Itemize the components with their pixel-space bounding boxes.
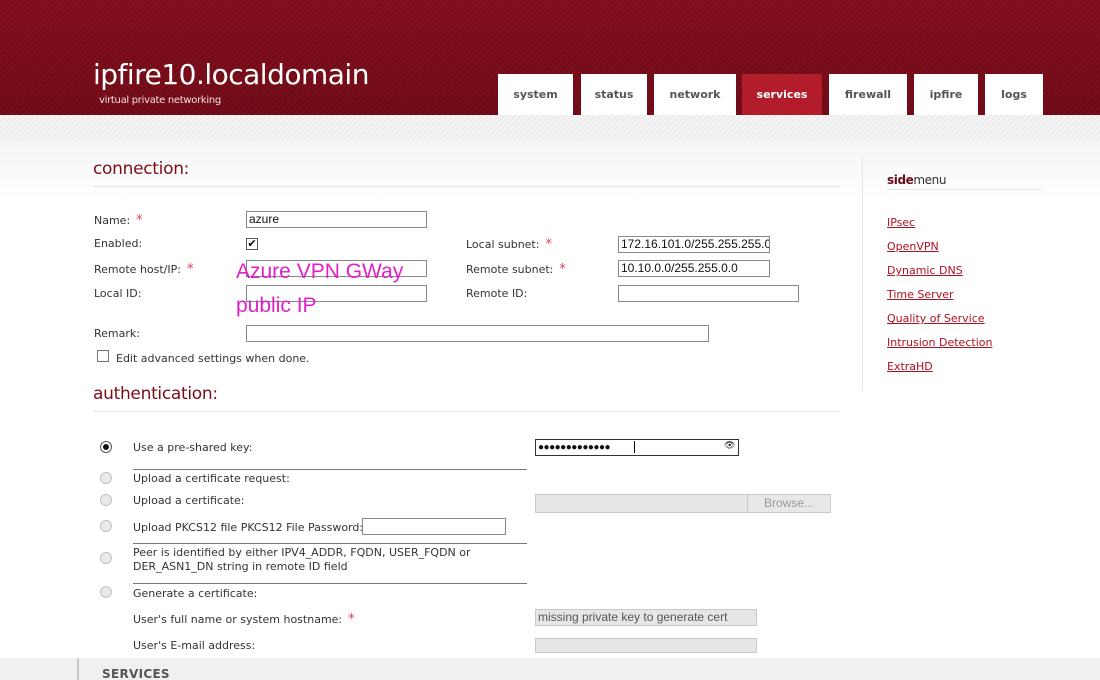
email-label: User's E-mail address:: [133, 639, 256, 652]
required-marker: *: [136, 213, 143, 228]
footer-bar: [77, 658, 79, 680]
name-label: Name: *: [94, 213, 143, 228]
tab-services[interactable]: services: [742, 74, 822, 115]
required-marker: *: [186, 262, 194, 277]
pkcs12-radio[interactable]: [100, 520, 112, 532]
pkcs12-label: Upload PKCS12 file PKCS12 File Password:: [133, 521, 364, 534]
email-field: [535, 638, 757, 653]
connection-heading: connection:: [93, 159, 190, 179]
remote-id-label: Remote ID:: [466, 287, 528, 300]
required-marker: *: [559, 262, 566, 277]
generate-cert-label: Generate a certificate:: [133, 587, 258, 600]
pkcs12-password-field[interactable]: [362, 518, 506, 535]
local-subnet-label: Local subnet: *: [466, 237, 552, 252]
fullname-field: missing private key to generate cert: [535, 609, 757, 626]
text-cursor: [634, 441, 635, 453]
sidebar-item-extrahd[interactable]: ExtraHD: [887, 360, 933, 373]
name-field[interactable]: azure: [246, 211, 427, 228]
divider: [133, 543, 527, 544]
local-id-label: Local ID:: [94, 287, 142, 300]
sidebar-item-openvpn[interactable]: OpenVPN: [887, 240, 939, 253]
authentication-heading: authentication:: [93, 384, 218, 404]
remark-label: Remark:: [94, 327, 140, 340]
connection-rule: [93, 186, 840, 187]
remote-host-label: Remote host/IP: *: [94, 262, 194, 277]
upload-cert-radio[interactable]: [100, 494, 112, 506]
authentication-rule: [93, 411, 840, 412]
remote-subnet-label: Remote subnet: *: [466, 262, 566, 277]
annotation-line-1: Azure VPN GWay: [236, 260, 404, 283]
local-subnet-field[interactable]: 172.16.101.0/255.255.255.0: [618, 236, 770, 253]
annotation-text: Azure VPN GWay public IP: [236, 255, 403, 323]
site-subtitle: virtual private networking: [99, 95, 221, 106]
upload-cert-label: Upload a certificate:: [133, 494, 245, 507]
sidebar-item-qos[interactable]: Quality of Service: [887, 312, 985, 325]
sidebar-item-dynamic-dns[interactable]: Dynamic DNS: [887, 264, 963, 277]
psk-label: Use a pre-shared key:: [133, 441, 253, 454]
fullname-label: User's full name or system hostname: *: [133, 612, 355, 627]
peer-id-radio[interactable]: [100, 552, 112, 564]
enabled-label: Enabled:: [94, 237, 143, 250]
generate-cert-radio[interactable]: [100, 586, 112, 598]
site-title: ipfire10.localdomain: [93, 58, 369, 91]
tab-firewall[interactable]: firewall: [829, 74, 907, 115]
footer-label: SERVICES: [102, 667, 170, 680]
remote-id-field[interactable]: [618, 285, 799, 302]
tab-network[interactable]: network: [654, 74, 736, 115]
upload-request-radio[interactable]: [100, 472, 112, 484]
peer-id-label: Peer is identified by either IPV4_ADDR, …: [133, 546, 471, 573]
sidebar-divider: [862, 155, 863, 390]
annotation-line-2: public IP: [236, 294, 317, 317]
remark-field[interactable]: [246, 325, 709, 342]
sidebar-item-time-server[interactable]: Time Server: [887, 288, 954, 301]
cert-file-field: [535, 494, 748, 513]
psk-field[interactable]: ●●●●●●●●●●●●●: [535, 439, 739, 456]
tab-ipfire[interactable]: ipfire: [914, 74, 978, 115]
tab-logs[interactable]: logs: [985, 74, 1043, 115]
enabled-checkbox[interactable]: ✔: [246, 238, 258, 250]
sidebar-item-ipsec[interactable]: IPsec: [887, 216, 915, 229]
upload-request-label: Upload a certificate request:: [133, 472, 290, 485]
required-marker: *: [348, 612, 355, 627]
tab-status[interactable]: status: [581, 74, 647, 115]
advanced-checkbox[interactable]: [97, 350, 109, 362]
divider: [133, 469, 527, 470]
sidemenu-rule: [887, 189, 1042, 190]
tab-system[interactable]: system: [498, 74, 573, 115]
divider: [133, 583, 527, 584]
remote-subnet-field[interactable]: 10.10.0.0/255.255.0.0: [618, 260, 770, 277]
psk-radio[interactable]: [100, 441, 112, 453]
browse-button: Browse...: [747, 494, 831, 513]
reveal-password-icon[interactable]: 👁: [724, 441, 735, 451]
sidebar-item-intrusion-detection[interactable]: Intrusion Detection: [887, 336, 992, 349]
required-marker: *: [545, 237, 552, 252]
sidemenu-title: sidemenu: [887, 173, 947, 187]
advanced-label: Edit advanced settings when done.: [116, 352, 310, 365]
